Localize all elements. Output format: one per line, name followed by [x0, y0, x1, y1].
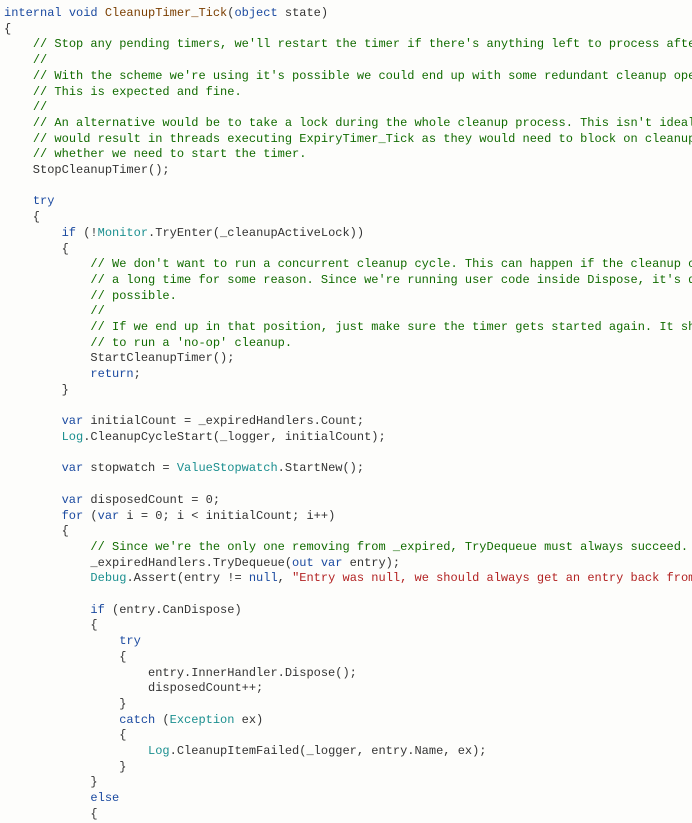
- code-block: internal void CleanupTimer_Tick(object s…: [0, 0, 692, 823]
